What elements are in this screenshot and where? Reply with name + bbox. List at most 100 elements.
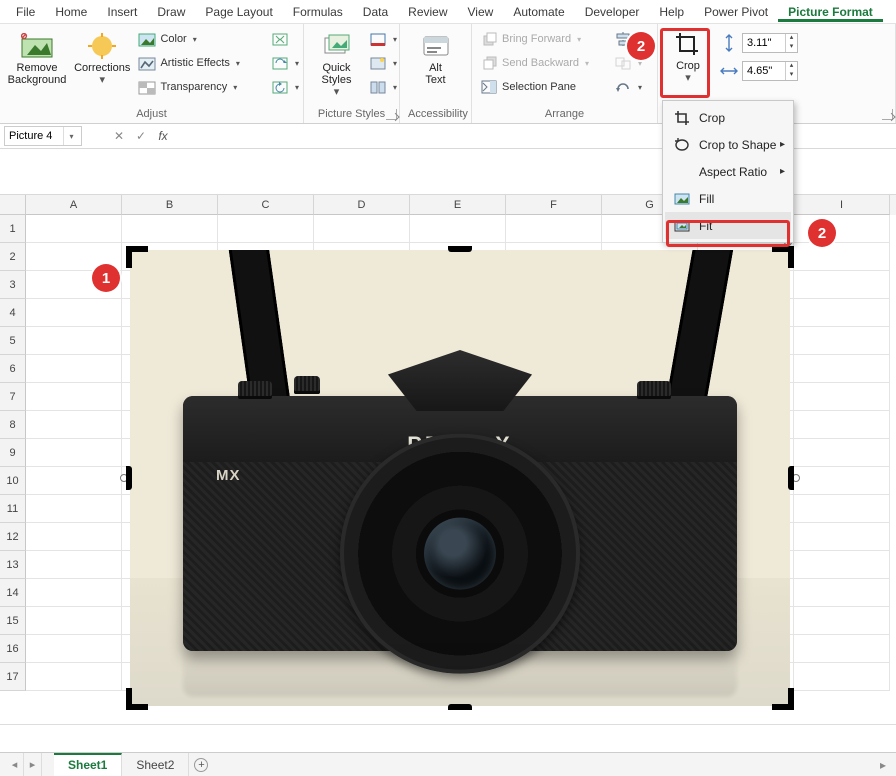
spinner-up-icon[interactable]: ▴: [786, 62, 797, 71]
col-header-B[interactable]: B: [122, 195, 218, 215]
col-header-E[interactable]: E: [410, 195, 506, 215]
name-box[interactable]: ▾: [4, 126, 82, 146]
sheet-tab-1[interactable]: Sheet1: [54, 753, 122, 776]
cell[interactable]: [26, 579, 122, 607]
fx-icon[interactable]: fx: [154, 127, 172, 145]
cell[interactable]: [26, 467, 122, 495]
cell[interactable]: [794, 523, 890, 551]
menu-insert[interactable]: Insert: [97, 2, 147, 22]
sheet-tab-2[interactable]: Sheet2: [122, 753, 189, 776]
menu-draw[interactable]: Draw: [147, 2, 195, 22]
col-header-A[interactable]: A: [26, 195, 122, 215]
select-all-corner[interactable]: [0, 195, 26, 215]
enter-formula-button[interactable]: ✓: [132, 127, 150, 145]
dialog-launcher-size[interactable]: [882, 109, 893, 120]
crop-menu-aspect-ratio[interactable]: Aspect Ratio ▸: [665, 158, 791, 185]
inserted-picture[interactable]: PENTAX MX 1: [130, 250, 790, 706]
menu-help[interactable]: Help: [649, 2, 694, 22]
cell[interactable]: [26, 299, 122, 327]
cell[interactable]: [26, 215, 122, 243]
cell[interactable]: [26, 663, 122, 691]
menu-picture-format[interactable]: Picture Format: [778, 2, 883, 22]
row-header-10[interactable]: 10: [0, 467, 26, 495]
crop-handle[interactable]: [788, 466, 794, 490]
cell[interactable]: [26, 383, 122, 411]
picture-border-button[interactable]: ▾: [369, 28, 391, 50]
spinner-down-icon[interactable]: ▾: [786, 43, 797, 52]
row-header-17[interactable]: 17: [0, 663, 26, 691]
sheet-nav-prev[interactable]: ◂: [6, 753, 24, 776]
name-box-input[interactable]: [5, 130, 63, 142]
crop-menu-crop-to-shape[interactable]: Crop to Shape ▸: [665, 131, 791, 158]
crop-handle[interactable]: [788, 246, 794, 268]
row-header-16[interactable]: 16: [0, 635, 26, 663]
cell[interactable]: [26, 635, 122, 663]
cell[interactable]: [26, 355, 122, 383]
cell[interactable]: [794, 411, 890, 439]
menu-data[interactable]: Data: [353, 2, 398, 22]
cell[interactable]: [794, 635, 890, 663]
menu-automate[interactable]: Automate: [503, 2, 574, 22]
tab-scroll-right[interactable]: ▸: [870, 758, 896, 772]
row-header-6[interactable]: 6: [0, 355, 26, 383]
corrections-button[interactable]: Corrections ▾: [74, 28, 130, 86]
crop-menu-fit[interactable]: Fit: [665, 212, 791, 239]
cell[interactable]: [26, 523, 122, 551]
row-header-8[interactable]: 8: [0, 411, 26, 439]
crop-handle[interactable]: [126, 466, 132, 490]
sheet-nav-next[interactable]: ▸: [24, 753, 42, 776]
menu-power-pivot[interactable]: Power Pivot: [694, 2, 778, 22]
cell[interactable]: [26, 327, 122, 355]
cell[interactable]: [794, 467, 890, 495]
cell[interactable]: [794, 355, 890, 383]
change-picture-button[interactable]: ▾: [271, 52, 295, 74]
cell[interactable]: [794, 271, 890, 299]
menu-view[interactable]: View: [458, 2, 504, 22]
cell[interactable]: [794, 607, 890, 635]
row-header-2[interactable]: 2: [0, 243, 26, 271]
rotate-button[interactable]: ▾: [614, 76, 636, 98]
cell[interactable]: [26, 551, 122, 579]
cancel-formula-button[interactable]: ✕: [110, 127, 128, 145]
height-spinner[interactable]: ▴▾: [742, 33, 798, 53]
reset-picture-button[interactable]: ▾: [271, 76, 295, 98]
row-header-3[interactable]: 3: [0, 271, 26, 299]
width-input[interactable]: [743, 65, 785, 77]
width-spinner[interactable]: ▴▾: [742, 61, 798, 81]
quick-styles-button[interactable]: Quick Styles▾: [312, 28, 361, 98]
cell[interactable]: [410, 215, 506, 243]
picture-layout-button[interactable]: ▾: [369, 76, 391, 98]
spinner-up-icon[interactable]: ▴: [786, 34, 797, 43]
dialog-launcher-picture-styles[interactable]: [386, 109, 397, 120]
row-header-11[interactable]: 11: [0, 495, 26, 523]
cell[interactable]: [794, 327, 890, 355]
menu-file[interactable]: File: [6, 2, 45, 22]
cell[interactable]: [794, 299, 890, 327]
color-button[interactable]: Color▾: [138, 28, 263, 50]
transparency-button[interactable]: Transparency▾: [138, 76, 263, 98]
row-header-1[interactable]: 1: [0, 215, 26, 243]
cell[interactable]: [506, 215, 602, 243]
cell[interactable]: [26, 411, 122, 439]
remove-background-button[interactable]: Remove Background: [8, 28, 66, 86]
menu-formulas[interactable]: Formulas: [283, 2, 353, 22]
row-header-5[interactable]: 5: [0, 327, 26, 355]
col-header-I[interactable]: I: [794, 195, 890, 215]
add-sheet-button[interactable]: +: [189, 753, 213, 776]
row-header-4[interactable]: 4: [0, 299, 26, 327]
col-header-C[interactable]: C: [218, 195, 314, 215]
row-header-13[interactable]: 13: [0, 551, 26, 579]
cell[interactable]: [794, 579, 890, 607]
cell[interactable]: [794, 663, 890, 691]
menu-review[interactable]: Review: [398, 2, 457, 22]
row-header-9[interactable]: 9: [0, 439, 26, 467]
col-header-F[interactable]: F: [506, 195, 602, 215]
crop-menu-fill[interactable]: Fill: [665, 185, 791, 212]
cell[interactable]: [218, 215, 314, 243]
cell[interactable]: [122, 215, 218, 243]
bring-forward-button[interactable]: Bring Forward▾: [480, 28, 606, 50]
cell[interactable]: [794, 243, 890, 271]
crop-handle[interactable]: [448, 246, 472, 252]
name-box-dropdown[interactable]: ▾: [63, 127, 79, 145]
crop-handle[interactable]: [448, 704, 472, 710]
